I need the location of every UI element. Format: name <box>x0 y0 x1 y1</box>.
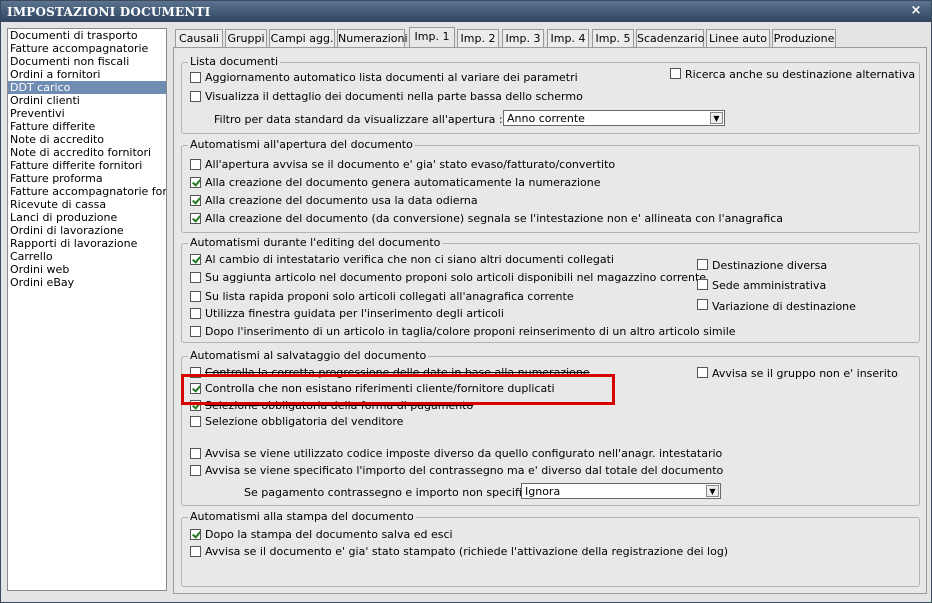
title-bar: IMPOSTAZIONI DOCUMENTI × <box>1 1 931 22</box>
tab-imp-4[interactable]: Imp. 4 <box>547 29 589 48</box>
list-item[interactable]: Fatture differite <box>8 120 166 133</box>
checkbox-destinazione-diversa[interactable] <box>697 259 708 270</box>
checkbox-label: Aggiornamento automatico lista documenti… <box>205 71 578 84</box>
checkbox-data-odierna[interactable] <box>190 195 201 206</box>
payment-dropdown[interactable]: Ignora ▼ <box>521 483 721 499</box>
group-title: Automatismi durante l'editing del docume… <box>188 236 443 249</box>
close-icon[interactable]: × <box>909 3 923 18</box>
list-item[interactable]: Ordini eBay <box>8 276 166 289</box>
list-item[interactable]: Fatture differite fornitori <box>8 159 166 172</box>
checkbox-label: Alla creazione del documento (da convers… <box>205 212 784 225</box>
checkbox-label: Avvisa se il documento e' gia' stato sta… <box>205 545 729 558</box>
list-item[interactable]: Ordini a fornitori <box>8 68 166 81</box>
tab-imp-2[interactable]: Imp. 2 <box>457 29 499 48</box>
checkbox-label: Avvisa se viene specificato l'importo de… <box>205 464 724 477</box>
tab-imp-1[interactable]: Imp. 1 <box>409 27 455 48</box>
list-item[interactable]: Carrello <box>8 250 166 263</box>
group-title: Automatismi all'apertura del documento <box>188 138 415 151</box>
group-title: Lista documenti <box>188 55 281 68</box>
filter-date-dropdown[interactable]: Anno corrente ▼ <box>503 110 725 126</box>
checkbox-label: Al cambio di intestatario verifica che n… <box>205 253 614 266</box>
checkbox-venditore[interactable] <box>190 416 201 427</box>
tab-campi-agg[interactable]: Campi agg. <box>269 29 335 48</box>
list-item[interactable]: Ordini clienti <box>8 94 166 107</box>
tab-produzione[interactable]: Produzione <box>772 29 836 48</box>
dropdown-value: Ignora <box>525 485 561 498</box>
checkbox-label: Dopo l'inserimento di un articolo in tag… <box>205 325 736 338</box>
list-item-selected[interactable]: DDT carico <box>8 81 166 94</box>
checkbox-cambio-intestatario[interactable] <box>190 254 201 265</box>
document-type-list[interactable]: Documenti di trasporto Fatture accompagn… <box>7 28 167 591</box>
checkbox-lista-rapida[interactable] <box>190 291 201 302</box>
checkbox-label: Selezione obbligatoria del venditore <box>205 415 404 428</box>
list-item[interactable]: Lanci di produzione <box>8 211 166 224</box>
checkbox-dettaglio-documenti[interactable] <box>190 91 201 102</box>
checkbox-codice-imposte[interactable] <box>190 448 201 459</box>
checkbox-label: Alla creazione del documento genera auto… <box>205 176 601 189</box>
checkbox-ricerca-destinazione[interactable] <box>670 68 681 79</box>
checkbox-label: All'apertura avvisa se il documento e' g… <box>205 158 616 171</box>
group-title: Automatismi al salvataggio del documento <box>188 349 429 362</box>
payment-label: Se pagamento contrassegno e importo non … <box>244 486 553 499</box>
checkbox-label: Avvisa se viene utilizzato codice impost… <box>205 447 723 460</box>
list-item[interactable]: Fatture proforma <box>8 172 166 185</box>
checkbox-finestra-guidata[interactable] <box>190 308 201 319</box>
checkbox-label: Utilizza finestra guidata per l'inserime… <box>205 307 504 320</box>
checkbox-label: Variazione di destinazione <box>712 300 856 313</box>
checkbox-gia-stampato[interactable] <box>190 546 201 557</box>
checkbox-salva-ed-esci[interactable] <box>190 529 201 540</box>
list-item[interactable]: Note di accredito <box>8 133 166 146</box>
list-item[interactable]: Documenti di trasporto <box>8 29 166 42</box>
checkbox-articoli-disponibili[interactable] <box>190 272 201 283</box>
checkbox-gruppo-non-inserito[interactable] <box>697 367 708 378</box>
list-item[interactable]: Note di accredito fornitori <box>8 146 166 159</box>
tab-causali[interactable]: Causali <box>175 29 223 48</box>
tab-gruppi[interactable]: Gruppi <box>225 29 267 48</box>
list-item[interactable]: Preventivi <box>8 107 166 120</box>
checkbox-label: Ricerca anche su destinazione alternativ… <box>685 68 916 81</box>
checkbox-aggiornamento-lista[interactable] <box>190 72 201 83</box>
chevron-down-icon[interactable]: ▼ <box>710 112 723 124</box>
group-title: Automatismi alla stampa del documento <box>188 510 416 523</box>
checkbox-label: Avvisa se il gruppo non e' inserito <box>712 367 898 380</box>
list-item[interactable]: Fatture accompagnatorie fornito <box>8 185 166 198</box>
settings-window: IMPOSTAZIONI DOCUMENTI × Documenti di tr… <box>0 0 932 603</box>
list-item[interactable]: Ordini di lavorazione <box>8 224 166 237</box>
dropdown-value: Anno corrente <box>507 112 585 125</box>
list-item[interactable]: Documenti non fiscali <box>8 55 166 68</box>
checkbox-segnala-intestazione[interactable] <box>190 213 201 224</box>
checkbox-sede-amministrativa[interactable] <box>697 279 708 290</box>
checkbox-label: Su aggiunta articolo nel documento propo… <box>205 271 707 284</box>
tab-linee-auto[interactable]: Linee auto <box>706 29 770 48</box>
tab-scadenzario[interactable]: Scadenzario <box>636 29 704 48</box>
window-title: IMPOSTAZIONI DOCUMENTI <box>7 5 211 19</box>
checkbox-genera-numerazione[interactable] <box>190 177 201 188</box>
checkbox-label: Alla creazione del documento usa la data… <box>205 194 478 207</box>
checkbox-label: Sede amministrativa <box>712 279 827 292</box>
checkbox-label: Destinazione diversa <box>712 259 828 272</box>
checkbox-importo-contrassegno[interactable] <box>190 465 201 476</box>
list-item[interactable]: Ordini web <box>8 263 166 276</box>
tab-numerazioni[interactable]: Numerazioni <box>337 29 408 48</box>
checkbox-taglia-colore[interactable] <box>190 326 201 337</box>
checkbox-label: Su lista rapida proponi solo articoli co… <box>205 290 574 303</box>
checkbox-avvisa-evaso[interactable] <box>190 159 201 170</box>
checkbox-label: Visualizza il dettaglio dei documenti ne… <box>205 90 583 103</box>
list-item[interactable]: Fatture accompagnatorie <box>8 42 166 55</box>
list-item[interactable]: Rapporti di lavorazione <box>8 237 166 250</box>
checkbox-label: Dopo la stampa del documento salva ed es… <box>205 528 453 541</box>
checkbox-variazione-destinazione[interactable] <box>697 299 708 310</box>
filter-label: Filtro per data standard da visualizzare… <box>214 113 503 126</box>
tab-imp-3[interactable]: Imp. 3 <box>502 29 544 48</box>
tab-imp-5[interactable]: Imp. 5 <box>592 29 634 48</box>
chevron-down-icon[interactable]: ▼ <box>706 485 719 497</box>
highlight-box <box>181 374 615 405</box>
list-item[interactable]: Ricevute di cassa <box>8 198 166 211</box>
